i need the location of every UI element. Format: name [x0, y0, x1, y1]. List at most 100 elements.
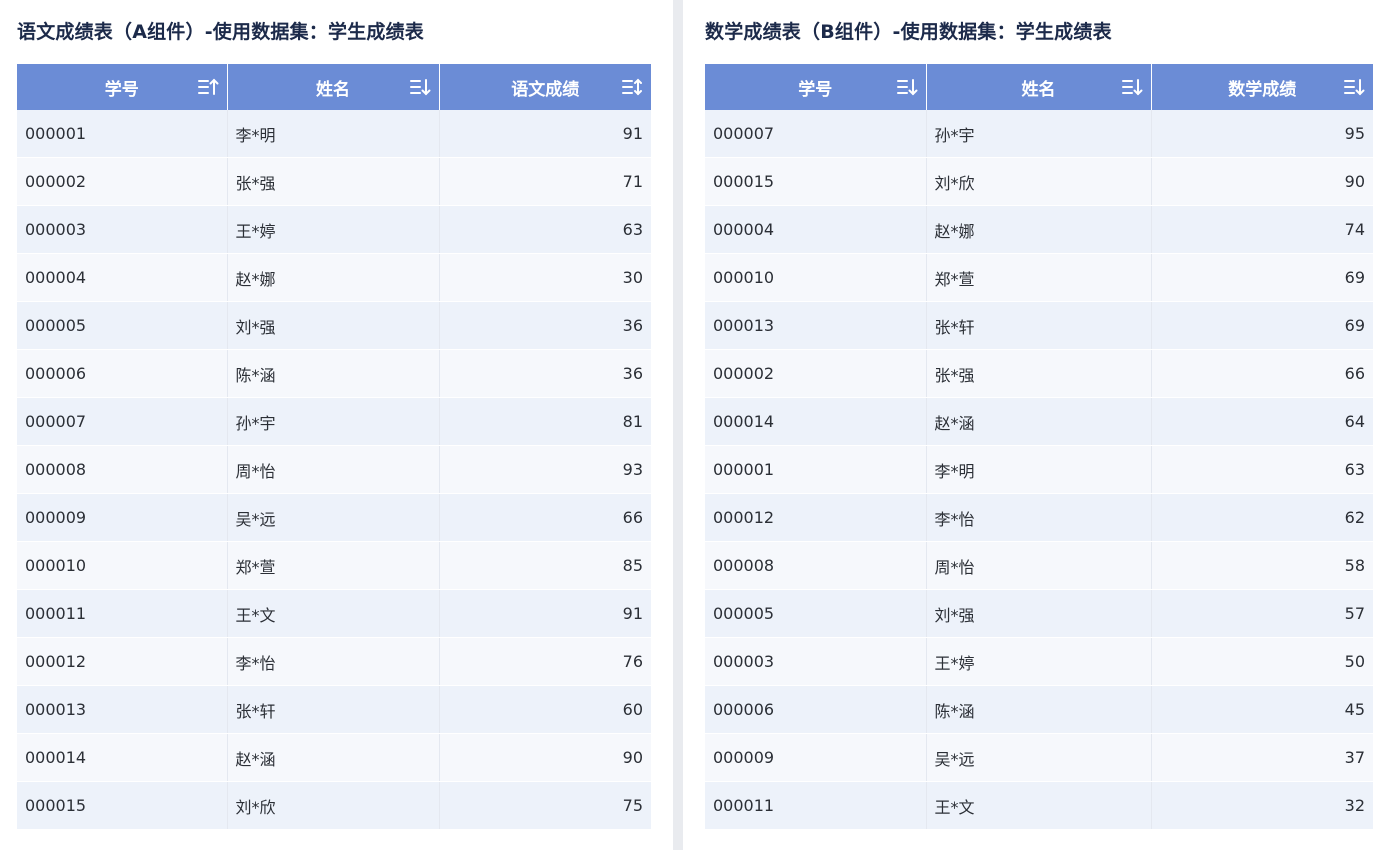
column-header-name[interactable]: 姓名 [926, 64, 1152, 110]
score-cell: 74 [1151, 205, 1373, 254]
sort-toggle-icon[interactable] [621, 77, 643, 97]
student-id-cell: 000010 [17, 541, 228, 590]
student-id-cell: 000008 [705, 541, 927, 590]
math-score-table: 学号 姓名 数学成绩 000007 孙*宇 95 000015 刘*欣 90 0… [705, 64, 1373, 830]
score-cell: 50 [1151, 637, 1373, 686]
column-label: 语文成绩 [511, 79, 580, 100]
table-row[interactable]: 000013 张*轩 60 [17, 685, 651, 734]
score-cell: 62 [1151, 493, 1373, 542]
student-name-cell: 张*强 [227, 157, 440, 206]
student-id-cell: 000002 [17, 157, 228, 206]
table-row[interactable]: 000014 赵*涵 64 [705, 397, 1373, 446]
sort-descending-icon[interactable] [1343, 77, 1365, 97]
score-cell: 63 [439, 205, 651, 254]
student-id-cell: 000013 [705, 301, 927, 350]
sort-ascending-icon[interactable] [197, 77, 219, 97]
student-name-cell: 张*轩 [926, 301, 1152, 350]
student-id-cell: 000012 [17, 637, 228, 686]
student-name-cell: 王*婷 [926, 637, 1152, 686]
score-cell: 63 [1151, 445, 1373, 494]
student-name-cell: 李*明 [227, 110, 440, 158]
table-row[interactable]: 000010 郑*萱 85 [17, 541, 651, 590]
table-row[interactable]: 000002 张*强 71 [17, 157, 651, 206]
table-row[interactable]: 000008 周*怡 58 [705, 541, 1373, 590]
table-header-row: 学号 姓名 [17, 64, 651, 110]
student-name-cell: 吴*远 [926, 733, 1152, 782]
sort-descending-icon[interactable] [409, 77, 431, 97]
score-cell: 91 [439, 110, 651, 158]
table-row[interactable]: 000010 郑*萱 69 [705, 253, 1373, 302]
student-id-cell: 000006 [17, 349, 228, 398]
table-row[interactable]: 000009 吴*远 66 [17, 493, 651, 542]
table-row[interactable]: 000008 周*怡 93 [17, 445, 651, 494]
student-name-cell: 刘*强 [926, 589, 1152, 638]
score-cell: 85 [439, 541, 651, 590]
table-row[interactable]: 000004 赵*娜 74 [705, 205, 1373, 254]
table-row[interactable]: 000007 孙*宇 95 [705, 110, 1373, 158]
table-row[interactable]: 000012 李*怡 62 [705, 493, 1373, 542]
table-row[interactable]: 000014 赵*涵 90 [17, 733, 651, 782]
column-label: 学号 [798, 79, 833, 100]
dashboard-page: 语文成绩表（A组件）-使用数据集：学生成绩表 学号 姓名 语文成绩 000001… [0, 0, 1386, 850]
column-label: 数学成绩 [1228, 79, 1297, 100]
student-name-cell: 陈*涵 [227, 349, 440, 398]
student-id-cell: 000008 [17, 445, 228, 494]
student-name-cell: 周*怡 [227, 445, 440, 494]
student-name-cell: 孙*宇 [926, 110, 1152, 158]
student-id-cell: 000007 [705, 110, 927, 158]
score-cell: 37 [1151, 733, 1373, 782]
student-name-cell: 李*怡 [227, 637, 440, 686]
score-cell: 66 [1151, 349, 1373, 398]
table-row[interactable]: 000001 李*明 63 [705, 445, 1373, 494]
sort-descending-icon[interactable] [896, 77, 918, 97]
student-name-cell: 张*轩 [227, 685, 440, 734]
table-row[interactable]: 000015 刘*欣 75 [17, 781, 651, 830]
table-header-row: 学号 姓名 [705, 64, 1373, 110]
table-row[interactable]: 000012 李*怡 76 [17, 637, 651, 686]
column-header-student-id[interactable]: 学号 [705, 64, 927, 110]
table-row[interactable]: 000003 王*婷 63 [17, 205, 651, 254]
table-body: 000007 孙*宇 95 000015 刘*欣 90 000004 赵*娜 74 000010 郑… [705, 110, 1373, 830]
student-id-cell: 000003 [17, 205, 228, 254]
table-row[interactable]: 000002 张*强 66 [705, 349, 1373, 398]
student-name-cell: 吴*远 [227, 493, 440, 542]
column-header-name[interactable]: 姓名 [227, 64, 440, 110]
table-row[interactable]: 000005 刘*强 57 [705, 589, 1373, 638]
score-cell: 69 [1151, 253, 1373, 302]
score-cell: 90 [439, 733, 651, 782]
chinese-score-table: 学号 姓名 语文成绩 000001 李*明 91 000002 张*强 71 0… [17, 64, 651, 830]
table-row[interactable]: 000005 刘*强 36 [17, 301, 651, 350]
column-label: 姓名 [316, 79, 350, 100]
student-name-cell: 赵*娜 [227, 253, 440, 302]
column-label: 姓名 [1021, 79, 1056, 100]
column-header-chinese-score[interactable]: 语文成绩 [439, 64, 651, 110]
table-row[interactable]: 000007 孙*宇 81 [17, 397, 651, 446]
table-row[interactable]: 000006 陈*涵 36 [17, 349, 651, 398]
column-header-math-score[interactable]: 数学成绩 [1151, 64, 1373, 110]
score-cell: 81 [439, 397, 651, 446]
column-header-student-id[interactable]: 学号 [17, 64, 228, 110]
table-row[interactable]: 000003 王*婷 50 [705, 637, 1373, 686]
student-name-cell: 刘*欣 [926, 157, 1152, 206]
score-cell: 69 [1151, 301, 1373, 350]
table-body: 000001 李*明 91 000002 张*强 71 000003 王*婷 63 000004 赵… [17, 110, 651, 830]
student-id-cell: 000014 [705, 397, 927, 446]
panel-title: 语文成绩表（A组件）-使用数据集：学生成绩表 [17, 21, 424, 43]
student-id-cell: 000001 [705, 445, 927, 494]
score-cell: 57 [1151, 589, 1373, 638]
table-row[interactable]: 000013 张*轩 69 [705, 301, 1373, 350]
student-id-cell: 000009 [705, 733, 927, 782]
student-name-cell: 张*强 [926, 349, 1152, 398]
score-cell: 36 [439, 349, 651, 398]
student-id-cell: 000015 [17, 781, 228, 830]
table-row[interactable]: 000004 赵*娜 30 [17, 253, 651, 302]
table-row[interactable]: 000011 王*文 91 [17, 589, 651, 638]
table-row[interactable]: 000001 李*明 91 [17, 110, 651, 158]
student-id-cell: 000005 [705, 589, 927, 638]
sort-descending-icon[interactable] [1121, 77, 1143, 97]
student-id-cell: 000007 [17, 397, 228, 446]
table-row[interactable]: 000006 陈*涵 45 [705, 685, 1373, 734]
table-row[interactable]: 000015 刘*欣 90 [705, 157, 1373, 206]
table-row[interactable]: 000009 吴*远 37 [705, 733, 1373, 782]
table-row[interactable]: 000011 王*文 32 [705, 781, 1373, 830]
